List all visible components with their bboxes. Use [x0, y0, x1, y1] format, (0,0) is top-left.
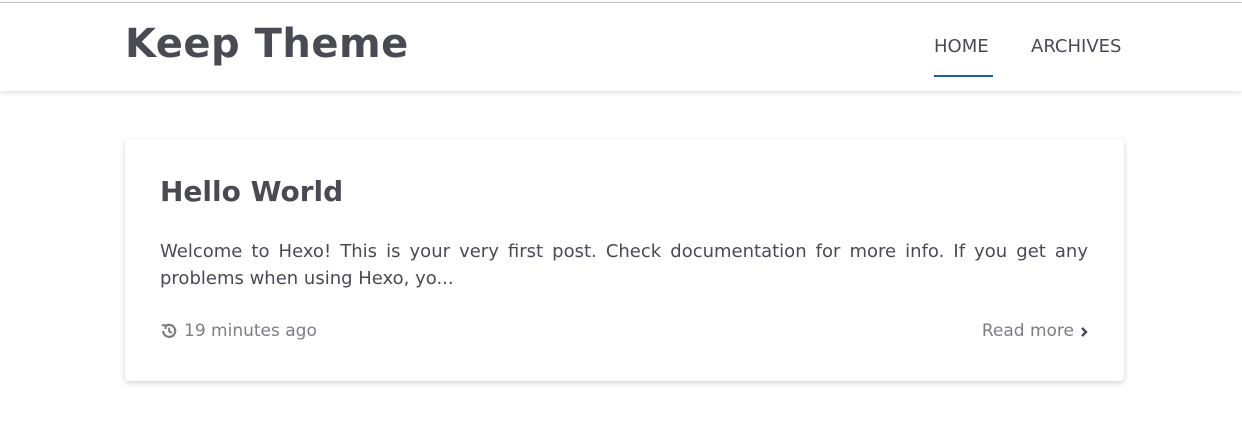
post-excerpt: Welcome to Hexo! This is your very first…	[160, 241, 1088, 289]
read-more-link[interactable]: Read more	[982, 321, 1089, 341]
history-icon	[160, 322, 178, 340]
site-header: Keep Theme HOME ARCHIVES	[0, 3, 1242, 91]
chevron-right-icon	[1079, 324, 1089, 338]
nav-item-archives[interactable]: ARCHIVES	[1031, 36, 1121, 57]
nav-active-indicator	[934, 75, 993, 77]
read-more-label: Read more	[981, 321, 1074, 341]
post-card: Hello World Welcome to Hexo! This is you…	[125, 139, 1124, 381]
nav-item-home[interactable]: HOME	[934, 36, 989, 57]
post-meta: 19 minutes ago	[160, 321, 317, 341]
post-title[interactable]: Hello World	[160, 175, 343, 208]
site-title[interactable]: Keep Theme	[125, 21, 409, 67]
post-time: 19 minutes ago	[184, 321, 317, 341]
